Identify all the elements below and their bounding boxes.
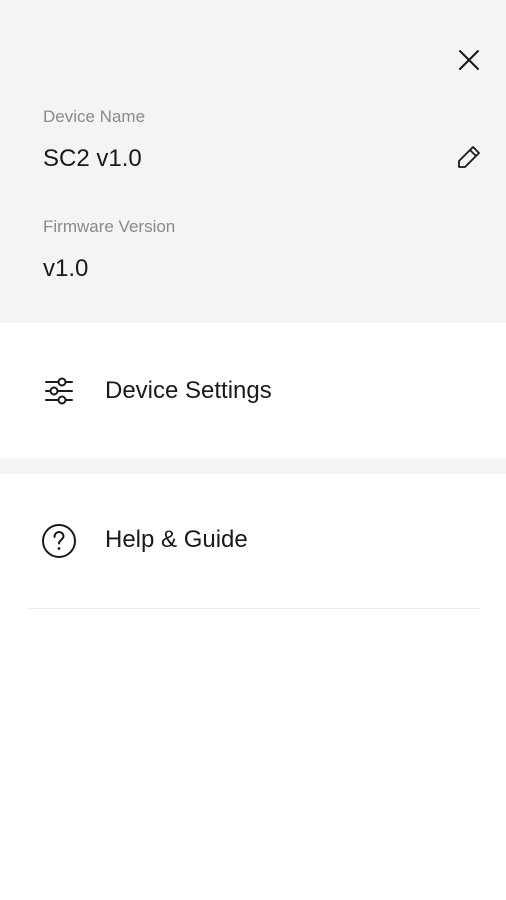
device-info-panel: Device Name SC2 v1.0 Firmware Version v1… [0,0,506,323]
help-circle-icon [40,522,78,560]
menu-item-device-settings[interactable]: Device Settings [0,323,506,458]
pencil-icon [458,146,480,168]
edit-device-name-button[interactable] [452,140,486,174]
close-icon [459,50,479,70]
divider [28,608,480,609]
menu-item-label: Help & Guide [105,526,248,553]
device-drawer: Device Name SC2 v1.0 Firmware Version v1… [0,0,506,900]
menu-item-help-guide[interactable]: Help & Guide [0,474,506,608]
firmware-version-value: v1.0 [43,255,89,282]
firmware-version-label: Firmware Version [43,217,176,236]
sliders-icon [40,372,78,410]
device-name-label: Device Name [43,107,146,126]
device-name-value: SC2 v1.0 [43,145,142,172]
menu-item-label: Device Settings [105,377,272,404]
section-separator [0,458,506,474]
close-button[interactable] [452,43,486,77]
